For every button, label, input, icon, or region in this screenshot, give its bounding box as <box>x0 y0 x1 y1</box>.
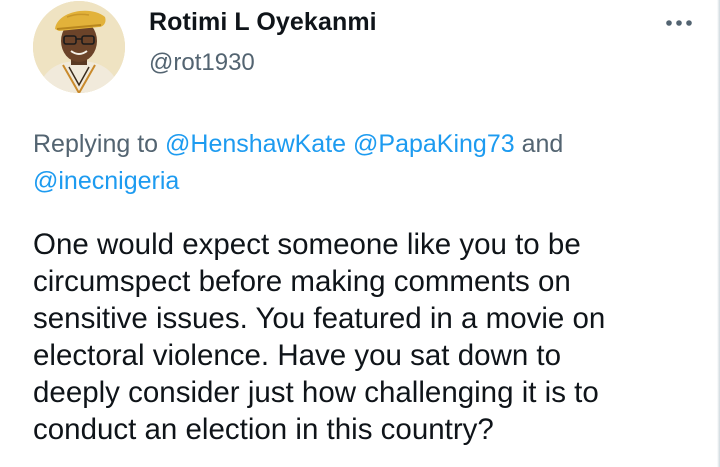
tweet: Rotimi L Oyekanmi @rot1930 Replying to @… <box>0 0 720 467</box>
replying-to-label: Replying to <box>33 130 166 158</box>
tweet-text-line: conduct an election in this country? <box>33 413 494 446</box>
ellipsis-horizontal-icon <box>666 20 692 26</box>
replying-to: Replying to @HenshawKate @PapaKing73 and… <box>33 126 683 200</box>
tweet-text-line: deeply consider just how challenging it … <box>33 376 599 409</box>
tweet-text-line: sensitive issues. You featured in a movi… <box>33 302 606 335</box>
more-options-button[interactable] <box>664 8 694 38</box>
avatar-portrait-icon <box>33 1 125 93</box>
mention-link[interactable]: @PapaKing73 <box>353 130 515 158</box>
author-name[interactable]: Rotimi L Oyekanmi <box>149 8 377 37</box>
mention-link[interactable]: @inecnigeria <box>33 167 179 195</box>
mention-link[interactable]: @HenshawKate <box>165 130 346 158</box>
mention-separator <box>346 130 353 158</box>
avatar[interactable] <box>33 1 125 93</box>
tweet-text-line: electoral violence. Have you sat down to <box>33 339 562 372</box>
mention-conjunction: and <box>514 130 564 158</box>
tweet-text-line: One would expect someone like you to be <box>33 228 581 261</box>
tweet-text: One would expect someone like you to be … <box>33 226 705 448</box>
author-handle[interactable]: @rot1930 <box>149 49 255 77</box>
tweet-text-line: circumspect before making comments on <box>33 265 571 298</box>
